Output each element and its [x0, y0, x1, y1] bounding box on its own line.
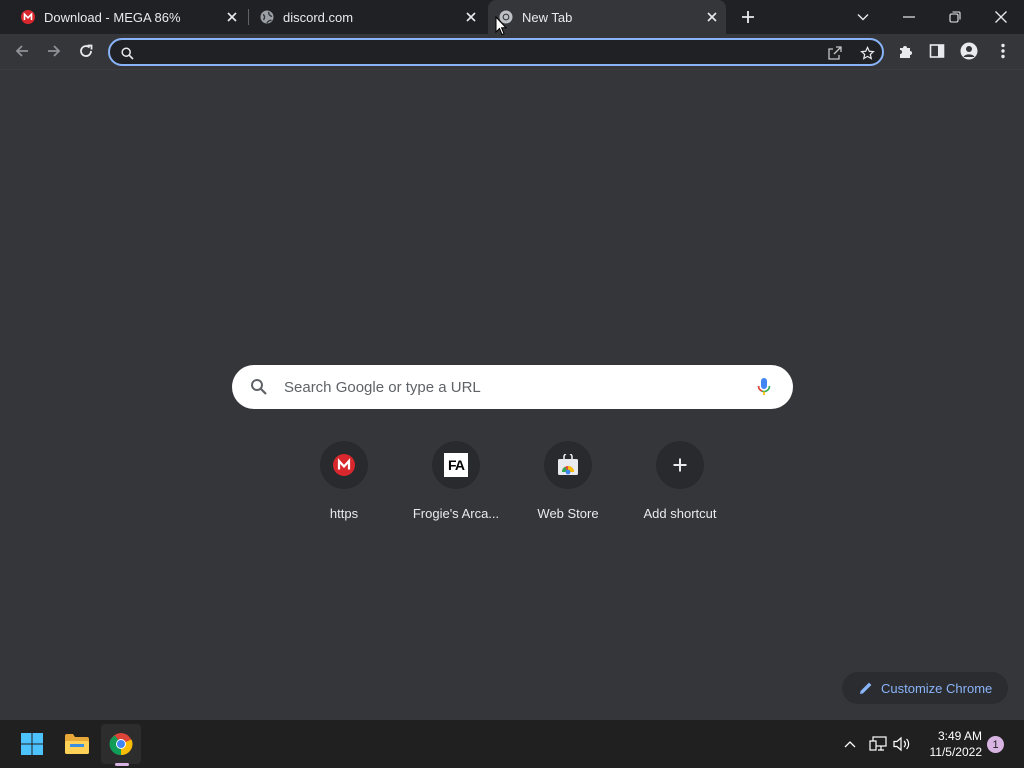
arrow-left-icon [15, 45, 28, 57]
profile-button[interactable] [954, 36, 984, 66]
tab-search-button[interactable] [840, 0, 886, 34]
mega-icon [333, 454, 355, 476]
shortcut-tile: FA [432, 441, 480, 489]
volume-button[interactable] [890, 732, 914, 756]
mouse-cursor-icon [495, 15, 508, 41]
tab-discord[interactable]: discord.com [251, 0, 483, 34]
minimize-icon [903, 16, 915, 18]
close-icon [995, 11, 1007, 23]
profile-icon [960, 42, 978, 60]
shortcut-label: https [329, 506, 359, 521]
shortcut-tile [544, 441, 592, 489]
add-shortcut-button[interactable]: Add shortcut [624, 441, 736, 531]
start-button[interactable] [12, 724, 52, 764]
tab-title: Download - MEGA 86% [44, 9, 181, 25]
reload-button[interactable] [71, 36, 101, 66]
share-icon[interactable] [826, 44, 844, 62]
back-button[interactable] [7, 36, 37, 66]
active-app-indicator [115, 763, 129, 766]
side-panel-icon [929, 44, 945, 58]
address-bar[interactable] [108, 38, 884, 66]
customize-chrome-button[interactable]: Customize Chrome [842, 672, 1008, 704]
chevron-down-icon [857, 14, 869, 21]
minimize-button[interactable] [886, 0, 932, 34]
search-placeholder: Search Google or type a URL [284, 379, 481, 396]
tab-separator [248, 9, 249, 25]
restore-button[interactable] [932, 0, 978, 34]
clock[interactable]: 3:49 AM 11/5/2022 [920, 728, 983, 760]
puzzle-icon [900, 46, 912, 58]
show-hidden-icons-button[interactable] [838, 732, 862, 756]
windows-logo-icon [21, 733, 43, 755]
title-bar: Download - MEGA 86% discord.com New Tab [0, 0, 1024, 34]
bookmark-star-icon[interactable] [858, 44, 876, 62]
mega-icon [20, 9, 36, 25]
forward-button[interactable] [39, 36, 69, 66]
plus-icon [673, 458, 687, 472]
chevron-up-icon [844, 741, 856, 748]
close-tab-icon[interactable] [704, 9, 720, 25]
notification-badge[interactable]: 1 [987, 736, 1004, 753]
restore-icon [949, 11, 961, 23]
globe-icon [259, 9, 275, 25]
tab-mega[interactable]: Download - MEGA 86% [12, 0, 244, 34]
new-tab-button[interactable] [732, 0, 764, 34]
shortcut-tile [320, 441, 368, 489]
customize-chrome-label: Customize Chrome [881, 680, 993, 696]
pencil-icon [859, 681, 873, 695]
toolbar [0, 34, 1024, 70]
fa-logo-icon: FA [444, 453, 468, 477]
tab-title: New Tab [522, 9, 573, 25]
shortcut-label: Frogie's Arca... [412, 506, 500, 521]
reload-icon [80, 44, 93, 57]
search-icon [118, 44, 136, 62]
chrome-taskbar-button[interactable] [101, 724, 141, 766]
shortcut-label: Add shortcut [643, 506, 717, 521]
arrow-right-icon [48, 45, 61, 57]
side-panel-button[interactable] [922, 36, 952, 66]
shortcut-https[interactable]: https [288, 441, 400, 531]
google-search-box[interactable]: Search Google or type a URL [232, 365, 793, 409]
network-icon [869, 736, 887, 751]
taskbar: 3:49 AM 11/5/2022 1 [0, 720, 1024, 768]
chrome-icon [109, 733, 133, 756]
file-explorer-button[interactable] [57, 724, 97, 764]
new-tab-page: Search Google or type a URL https FA Fro… [0, 71, 1024, 720]
shortcut-web-store[interactable]: Web Store [512, 441, 624, 531]
folder-icon [65, 734, 89, 754]
menu-button[interactable] [988, 36, 1018, 66]
clock-date: 11/5/2022 [929, 745, 983, 759]
microphone-icon[interactable] [757, 377, 771, 402]
search-icon [250, 378, 268, 401]
tab-title: discord.com [283, 9, 354, 25]
extensions-button[interactable] [891, 36, 921, 66]
close-window-button[interactable] [978, 0, 1024, 34]
close-tab-icon[interactable] [224, 9, 240, 25]
shortcut-label: Web Store [537, 506, 599, 521]
tab-new-tab[interactable]: New Tab [488, 0, 726, 34]
speaker-icon [893, 736, 910, 752]
kebab-menu-icon [1001, 43, 1005, 59]
shortcut-frogies-arcade[interactable]: FA Frogie's Arca... [400, 441, 512, 531]
close-tab-icon[interactable] [463, 9, 479, 25]
plus-icon [742, 11, 754, 23]
fa-logo-text: FA [448, 457, 465, 473]
web-store-icon [558, 454, 578, 475]
clock-time: 3:49 AM [937, 729, 982, 743]
network-button[interactable] [866, 732, 890, 756]
shortcut-tile [656, 441, 704, 489]
address-input[interactable] [140, 43, 800, 61]
